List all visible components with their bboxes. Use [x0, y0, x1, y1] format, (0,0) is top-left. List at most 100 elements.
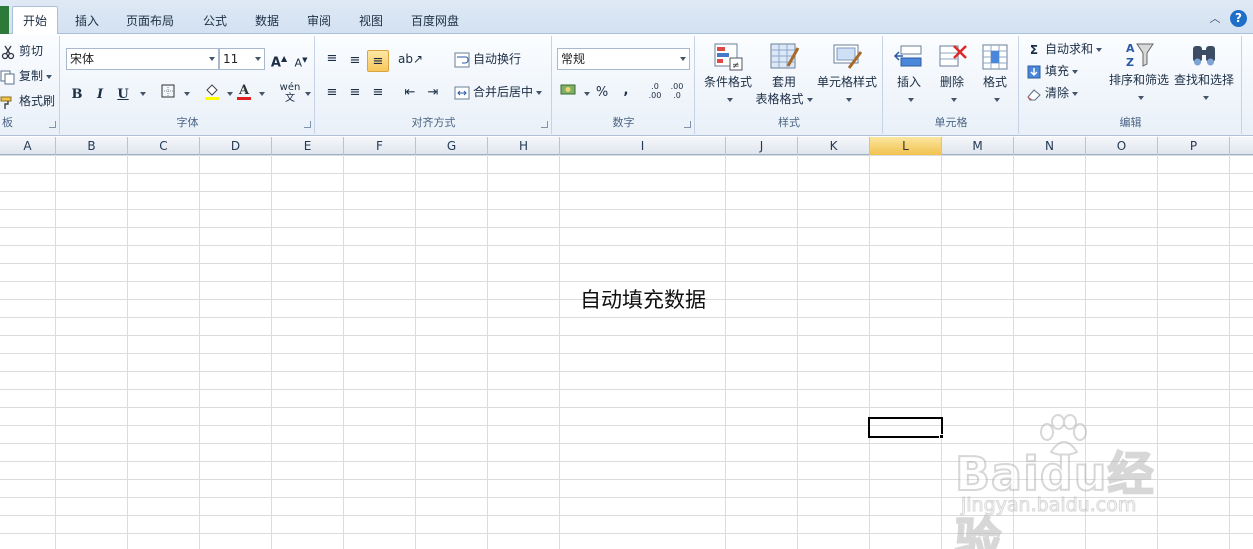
borders-dropdown-icon[interactable]: [184, 92, 190, 96]
underline-button[interactable]: U: [112, 84, 134, 106]
wrap-text-label: 自动换行: [473, 52, 522, 66]
increase-indent-button[interactable]: ⇥: [422, 82, 444, 104]
bold-button[interactable]: B: [66, 84, 88, 106]
align-top-button[interactable]: ≡: [321, 48, 343, 70]
alignment-launcher-icon[interactable]: [541, 121, 548, 128]
group-alignment: ≡ ≡ ≡ ab↗ ≡ ≡ ≡ ⇤ ⇥ 自动换行 合并后居中 对齐方式: [316, 36, 552, 134]
decrease-decimal-button[interactable]: .00 .0: [667, 82, 687, 104]
shrink-font-button[interactable]: A▼: [290, 49, 312, 71]
format-as-table-button[interactable]: 套用 表格格式: [754, 42, 814, 108]
column-header-d[interactable]: D: [200, 137, 272, 155]
chevron-down-icon: [209, 57, 215, 61]
align-right-button[interactable]: ≡: [367, 82, 389, 104]
column-header-l[interactable]: L: [870, 137, 942, 155]
number-format-select[interactable]: 常规: [557, 48, 690, 70]
fill-handle[interactable]: [939, 434, 944, 439]
font-size-value: 11: [223, 52, 239, 66]
column-header-i[interactable]: I: [560, 137, 726, 155]
fill-button[interactable]: 填充: [1026, 60, 1079, 82]
number-launcher-icon[interactable]: [684, 121, 691, 128]
tab-insert[interactable]: 插入: [75, 12, 99, 30]
conditional-format-button[interactable]: ≠ 条件格式: [700, 42, 756, 108]
find-select-button[interactable]: 查找和选择: [1172, 40, 1236, 106]
tab-formulas[interactable]: 公式: [203, 12, 227, 30]
increase-decimal-button[interactable]: .0 .00: [645, 82, 665, 104]
column-header-e[interactable]: E: [272, 137, 344, 155]
insert-cells-button[interactable]: 插入: [888, 42, 930, 108]
grow-font-button[interactable]: A▲: [268, 48, 290, 70]
align-left-button[interactable]: ≡: [321, 82, 343, 104]
baidu-jingyan-watermark: Baidu经验 jingyan.baidu.com: [954, 412, 1195, 549]
column-header-h[interactable]: H: [488, 137, 560, 155]
help-icon[interactable]: ?: [1230, 10, 1247, 27]
find-select-label: 查找和选择: [1173, 73, 1234, 87]
column-header-p[interactable]: P: [1158, 137, 1230, 155]
column-header-b[interactable]: B: [56, 137, 128, 155]
clear-button[interactable]: 清除: [1026, 82, 1079, 104]
accounting-format-button[interactable]: [558, 82, 580, 104]
tab-page-layout[interactable]: 页面布局: [126, 12, 174, 30]
number-group-label: 数字: [612, 116, 635, 129]
delete-cells-button[interactable]: 删除: [931, 42, 973, 108]
font-color-button[interactable]: A: [233, 82, 255, 104]
font-name-select[interactable]: 宋体: [66, 48, 219, 70]
delete-cells-label: 删除: [939, 75, 964, 89]
phonetic-dropdown-icon[interactable]: [305, 92, 311, 96]
sort-filter-button[interactable]: AZ 排序和筛选: [1108, 40, 1170, 106]
column-header-n[interactable]: N: [1014, 137, 1086, 155]
tab-baidu-netdisk[interactable]: 百度网盘: [411, 12, 459, 30]
font-color-dropdown-icon[interactable]: [259, 92, 265, 96]
grid-line: [55, 155, 56, 549]
wrap-text-button[interactable]: 自动换行: [454, 48, 521, 70]
fill-color-button[interactable]: [201, 82, 223, 104]
svg-text:A: A: [1126, 42, 1135, 55]
sigma-icon: Σ: [1029, 42, 1039, 57]
clipboard-launcher-icon[interactable]: [49, 121, 56, 128]
autosum-button[interactable]: Σ 自动求和: [1026, 38, 1103, 60]
tab-review[interactable]: 审阅: [307, 12, 331, 30]
copy-label: 复制: [19, 69, 44, 83]
underline-dropdown-icon[interactable]: [140, 92, 146, 96]
align-center-button[interactable]: ≡: [344, 82, 366, 104]
fill-down-icon: [1027, 65, 1041, 78]
cut-button[interactable]: 剪切: [0, 40, 43, 62]
column-header-o[interactable]: O: [1086, 137, 1158, 155]
merge-center-label: 合并后居中: [473, 85, 534, 99]
format-cells-button[interactable]: 格式: [974, 42, 1016, 108]
borders-icon: [161, 84, 175, 98]
tab-data[interactable]: 数据: [255, 12, 279, 30]
column-header-g[interactable]: G: [416, 137, 488, 155]
tab-home[interactable]: 开始: [12, 6, 59, 35]
comma-button[interactable]: ,: [615, 80, 637, 102]
column-header-a[interactable]: A: [0, 137, 56, 155]
column-header-f[interactable]: F: [344, 137, 416, 155]
format-painter-button[interactable]: 格式刷: [0, 90, 55, 112]
borders-button[interactable]: [157, 84, 179, 106]
merge-center-button[interactable]: 合并后居中: [454, 81, 543, 103]
percent-button[interactable]: %: [591, 82, 613, 104]
file-tab[interactable]: [0, 6, 9, 34]
font-size-select[interactable]: 11: [219, 48, 265, 70]
cell-i-content[interactable]: 自动填充数据: [560, 284, 726, 314]
column-header-j[interactable]: J: [726, 137, 798, 155]
minimize-ribbon-icon[interactable]: ︿: [1210, 12, 1221, 25]
copy-button[interactable]: 复制: [0, 65, 53, 87]
italic-button[interactable]: I: [89, 84, 111, 106]
align-middle-button[interactable]: ≡: [344, 50, 366, 72]
decrease-indent-button[interactable]: ⇤: [399, 82, 421, 104]
column-header-c[interactable]: C: [128, 137, 200, 155]
insert-cells-label: 插入: [896, 75, 921, 89]
column-header-m[interactable]: M: [942, 137, 1014, 155]
column-header-k[interactable]: K: [798, 137, 870, 155]
fill-label: 填充: [1045, 64, 1070, 78]
tab-view[interactable]: 视图: [359, 12, 383, 30]
binoculars-icon: [1193, 46, 1215, 66]
font-launcher-icon[interactable]: [304, 121, 311, 128]
orientation-button[interactable]: ab↗: [398, 48, 423, 70]
cell-styles-label: 单元格样式: [816, 75, 877, 89]
align-bottom-button[interactable]: ≡: [367, 50, 389, 72]
accounting-dropdown-icon[interactable]: [584, 92, 590, 96]
active-cell-selection[interactable]: [868, 417, 943, 438]
cell-styles-button[interactable]: 单元格样式: [814, 42, 880, 108]
phonetic-button[interactable]: wén 文: [277, 82, 303, 104]
